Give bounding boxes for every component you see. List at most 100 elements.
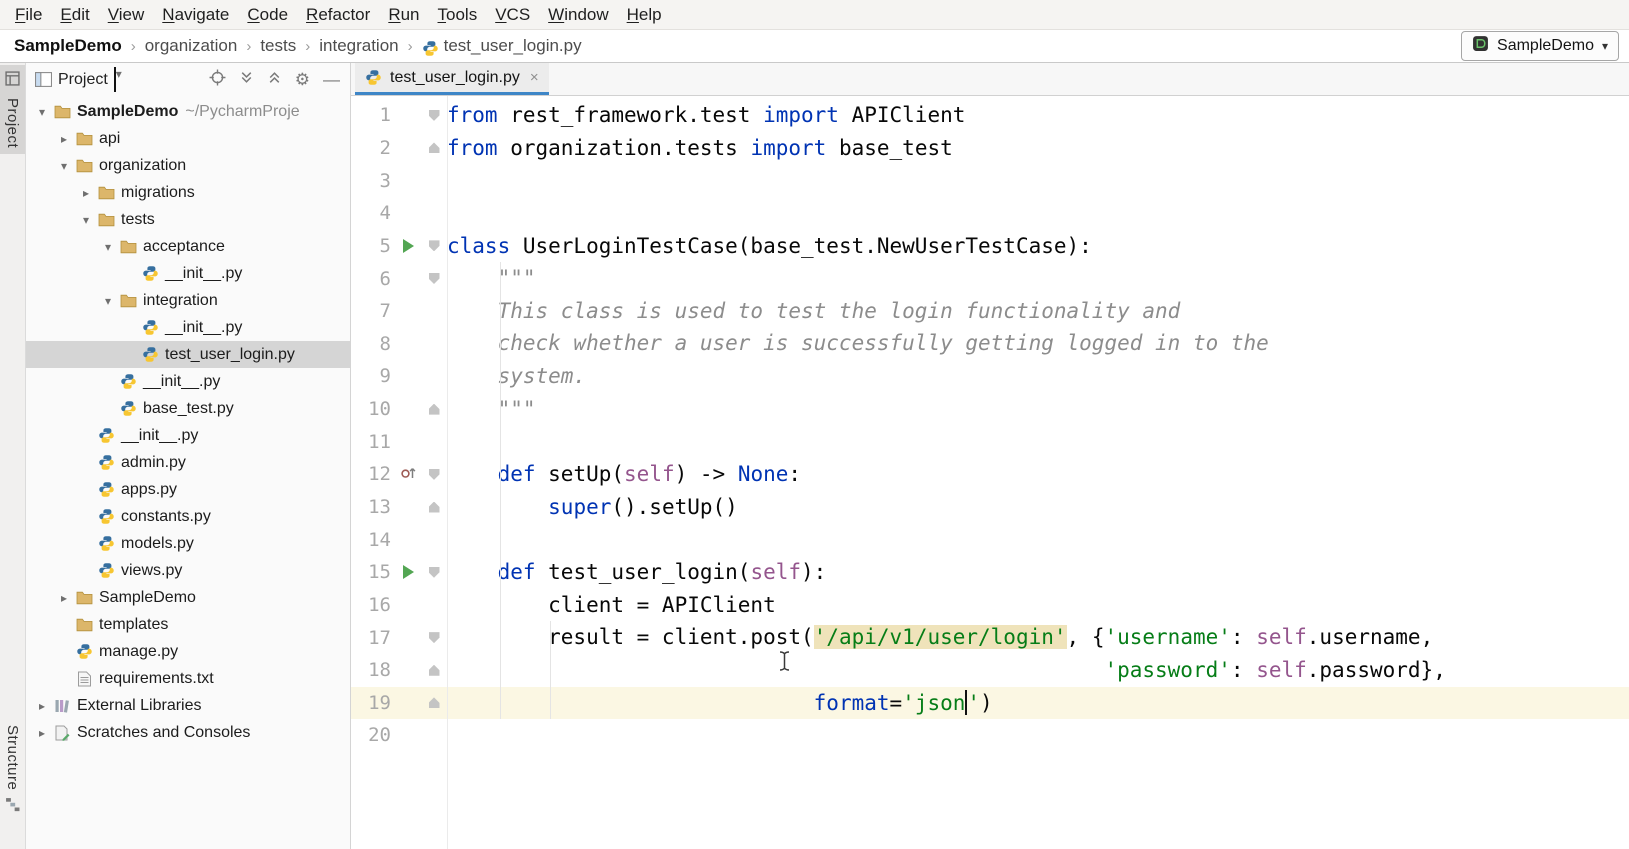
- tree-item-init-py[interactable]: __init__.py: [26, 422, 350, 449]
- tree-item-api[interactable]: ▸api: [26, 125, 350, 152]
- chevron-right-icon[interactable]: ▸: [54, 132, 74, 146]
- settings-gear-icon[interactable]: ⚙: [295, 71, 310, 88]
- code-line[interactable]: 11: [351, 425, 1629, 458]
- fold-marker[interactable]: [429, 632, 440, 643]
- run-icon[interactable]: [403, 239, 414, 253]
- code-line[interactable]: 16 client = APIClient: [351, 589, 1629, 622]
- chevron-down-icon[interactable]: ▾: [54, 159, 74, 173]
- tree-item-integration[interactable]: ▾integration: [26, 287, 350, 314]
- tree-item-scratches-and-consoles[interactable]: ▸Scratches and Consoles: [26, 719, 350, 746]
- fold-marker[interactable]: [429, 665, 440, 676]
- code-line[interactable]: 18 'password': self.password},: [351, 654, 1629, 687]
- chevron-down-icon[interactable]: ▾: [32, 105, 52, 119]
- tree-item-test-user-login-py[interactable]: test_user_login.py: [26, 341, 350, 368]
- run-configuration-selector[interactable]: SampleDemo ▾: [1461, 31, 1619, 61]
- collapse-all-icon[interactable]: [267, 70, 282, 90]
- fold-marker[interactable]: [429, 110, 440, 121]
- code-line[interactable]: 13 super().setUp(): [351, 491, 1629, 524]
- hide-panel-icon[interactable]: —: [323, 71, 340, 88]
- fold-marker[interactable]: [429, 502, 440, 513]
- menu-item-view[interactable]: View: [99, 3, 154, 27]
- fold-marker[interactable]: [429, 697, 440, 708]
- tab-test-user-login[interactable]: test_user_login.py ×: [355, 63, 549, 95]
- override-method-icon[interactable]: [400, 465, 417, 484]
- fold-marker[interactable]: [429, 240, 440, 251]
- breadcrumb-item-test-user-login-py[interactable]: test_user_login.py: [444, 36, 582, 56]
- menu-item-file[interactable]: File: [6, 3, 51, 27]
- locate-file-icon[interactable]: [209, 69, 226, 91]
- chevron-right-icon[interactable]: ▸: [32, 699, 52, 713]
- chevron-down-icon[interactable]: ▾: [98, 294, 118, 308]
- menu-item-edit[interactable]: Edit: [51, 3, 98, 27]
- tree-item-base-test-py[interactable]: base_test.py: [26, 395, 350, 422]
- code-line[interactable]: 5class UserLoginTestCase(base_test.NewUs…: [351, 230, 1629, 263]
- code-line[interactable]: 6 """: [351, 262, 1629, 295]
- tool-button-project[interactable]: Project: [0, 65, 25, 154]
- tree-item-init-py[interactable]: __init__.py: [26, 368, 350, 395]
- tree-item-init-py[interactable]: __init__.py: [26, 260, 350, 287]
- code-line[interactable]: 14: [351, 523, 1629, 556]
- menu-item-code[interactable]: Code: [238, 3, 297, 27]
- tree-item-apps-py[interactable]: apps.py: [26, 476, 350, 503]
- close-icon[interactable]: ×: [530, 69, 539, 86]
- chevron-right-icon[interactable]: ▸: [32, 726, 52, 740]
- code-line[interactable]: 17 result = client.post('/api/v1/user/lo…: [351, 621, 1629, 654]
- tree-item-init-py[interactable]: __init__.py: [26, 314, 350, 341]
- tree-item-acceptance[interactable]: ▾acceptance: [26, 233, 350, 260]
- chevron-right-icon[interactable]: ▸: [76, 186, 96, 200]
- tree-item-organization[interactable]: ▾organization: [26, 152, 350, 179]
- breadcrumb-item-organization[interactable]: organization: [145, 36, 238, 56]
- menu-item-help[interactable]: Help: [618, 3, 671, 27]
- code-line[interactable]: 15 def test_user_login(self):: [351, 556, 1629, 589]
- code-line[interactable]: 10 """: [351, 393, 1629, 426]
- fold-marker[interactable]: [429, 404, 440, 415]
- menu-item-vcs[interactable]: VCS: [486, 3, 539, 27]
- tree-item-models-py[interactable]: models.py: [26, 530, 350, 557]
- menu-item-run[interactable]: Run: [379, 3, 428, 27]
- tree-item-external-libraries[interactable]: ▸External Libraries: [26, 692, 350, 719]
- breadcrumb-bar: SampleDemo›organization›tests›integratio…: [0, 30, 1629, 63]
- tree-item-requirements-txt[interactable]: requirements.txt: [26, 665, 350, 692]
- code-line[interactable]: 20: [351, 719, 1629, 752]
- tree-item-sampledemo[interactable]: ▾SampleDemo~/PycharmProje: [26, 98, 350, 125]
- breadcrumb-item-integration[interactable]: integration: [319, 36, 398, 56]
- tool-button-structure[interactable]: Structure: [0, 719, 25, 823]
- menu-item-tools[interactable]: Tools: [429, 3, 487, 27]
- breadcrumb-item-sampledemo[interactable]: SampleDemo: [14, 36, 122, 56]
- project-panel-title[interactable]: Project: [58, 71, 108, 89]
- expand-all-icon[interactable]: [239, 70, 254, 90]
- tree-item-sampledemo[interactable]: ▸SampleDemo: [26, 584, 350, 611]
- breadcrumb-item-tests[interactable]: tests: [260, 36, 296, 56]
- tree-item-templates[interactable]: templates: [26, 611, 350, 638]
- code-line[interactable]: 4: [351, 197, 1629, 230]
- fold-marker[interactable]: [429, 567, 440, 578]
- code-line[interactable]: 3: [351, 164, 1629, 197]
- menu-item-window[interactable]: Window: [539, 3, 617, 27]
- code-line[interactable]: 1from rest_framework.test import APIClie…: [351, 99, 1629, 132]
- tree-item-manage-py[interactable]: manage.py: [26, 638, 350, 665]
- code-line[interactable]: 12 def setUp(self) -> None:: [351, 458, 1629, 491]
- chevron-down-icon[interactable]: ▾: [98, 240, 118, 254]
- tree-item-constants-py[interactable]: constants.py: [26, 503, 350, 530]
- chevron-right-icon[interactable]: ▸: [54, 591, 74, 605]
- fold-marker[interactable]: [429, 273, 440, 284]
- fold-marker[interactable]: [429, 469, 440, 480]
- code-line[interactable]: 7 This class is used to test the login f…: [351, 295, 1629, 328]
- code-line[interactable]: 19 format='json'): [351, 687, 1629, 720]
- chevron-down-icon[interactable]: ▾: [114, 67, 116, 92]
- menu-item-refactor[interactable]: Refactor: [297, 3, 379, 27]
- fold-marker[interactable]: [429, 142, 440, 153]
- tree-item-tests[interactable]: ▾tests: [26, 206, 350, 233]
- code-line[interactable]: 9 system.: [351, 360, 1629, 393]
- code-line[interactable]: 2from organization.tests import base_tes…: [351, 132, 1629, 165]
- tree-item-admin-py[interactable]: admin.py: [26, 449, 350, 476]
- menu-item-navigate[interactable]: Navigate: [153, 3, 238, 27]
- project-view-icon: [35, 72, 52, 87]
- tree-item-views-py[interactable]: views.py: [26, 557, 350, 584]
- folder-icon: [52, 105, 72, 119]
- run-icon[interactable]: [403, 565, 414, 579]
- code-editor[interactable]: 1from rest_framework.test import APIClie…: [351, 96, 1629, 849]
- chevron-down-icon[interactable]: ▾: [76, 213, 96, 227]
- code-line[interactable]: 8 check whether a user is successfully g…: [351, 327, 1629, 360]
- tree-item-migrations[interactable]: ▸migrations: [26, 179, 350, 206]
